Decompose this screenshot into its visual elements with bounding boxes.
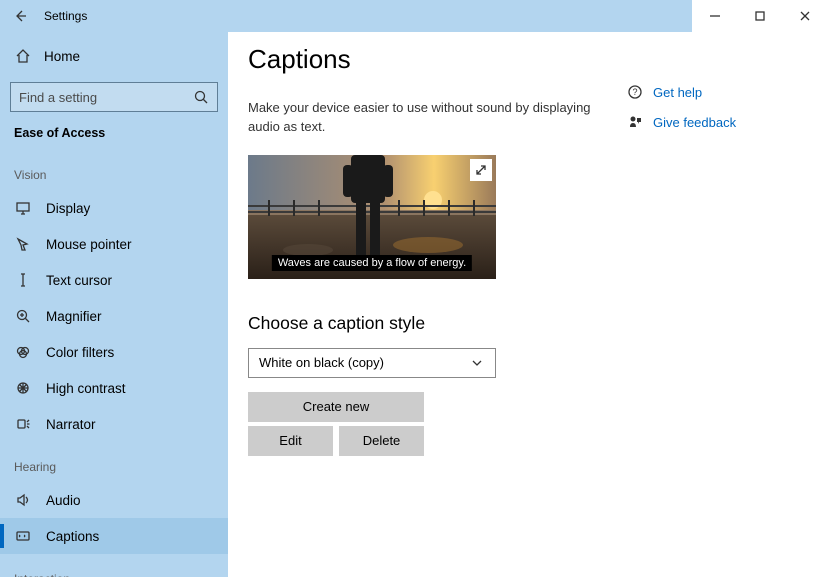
sidebar-item-mouse-pointer[interactable]: Mouse pointer: [0, 226, 228, 262]
edit-button[interactable]: Edit: [248, 426, 333, 456]
sidebar-item-magnifier[interactable]: Magnifier: [0, 298, 228, 334]
maximize-icon: [752, 8, 768, 24]
sidebar-item-audio[interactable]: Audio: [0, 482, 228, 518]
expand-icon: [473, 162, 489, 178]
sidebar-item-label: Magnifier: [46, 309, 102, 324]
group-interaction: Interaction: [0, 554, 228, 577]
high-contrast-icon: [14, 380, 32, 396]
color-filters-icon: [14, 344, 32, 360]
page-title: Captions: [248, 44, 627, 75]
delete-button[interactable]: Delete: [339, 426, 424, 456]
sidebar-item-display[interactable]: Display: [0, 190, 228, 226]
get-help-link[interactable]: ? Get help: [627, 84, 807, 100]
sidebar-item-captions[interactable]: Captions: [0, 518, 228, 554]
dropdown-value: White on black (copy): [259, 355, 384, 370]
arrow-left-icon: [12, 8, 28, 24]
home-icon: [14, 48, 32, 64]
display-icon: [14, 200, 32, 216]
sidebar-item-label: Color filters: [46, 345, 114, 360]
sidebar-item-color-filters[interactable]: Color filters: [0, 334, 228, 370]
minimize-button[interactable]: [692, 0, 737, 32]
back-button[interactable]: [0, 0, 40, 32]
expand-preview-button[interactable]: [470, 159, 492, 181]
titlebar: Settings: [0, 0, 827, 32]
search-placeholder: Find a setting: [19, 90, 97, 105]
sidebar-category: Ease of Access: [0, 126, 228, 150]
search-input[interactable]: Find a setting: [10, 82, 218, 112]
sidebar-item-label: High contrast: [46, 381, 126, 396]
help-icon: ?: [627, 84, 643, 100]
svg-text:?: ?: [632, 87, 637, 97]
text-cursor-icon: [14, 272, 32, 288]
window-controls: [692, 0, 827, 32]
group-hearing: Hearing: [0, 442, 228, 482]
sidebar-item-label: Narrator: [46, 417, 96, 432]
button-label: Create new: [303, 399, 369, 414]
captions-icon: [14, 528, 32, 544]
sidebar-item-label: Display: [46, 201, 90, 216]
sidebar-item-label: Captions: [46, 529, 99, 544]
mouse-pointer-icon: [14, 236, 32, 252]
search-icon: [193, 89, 209, 105]
sidebar-item-label: Mouse pointer: [46, 237, 132, 252]
sidebar-item-text-cursor[interactable]: Text cursor: [0, 262, 228, 298]
create-new-button[interactable]: Create new: [248, 392, 424, 422]
close-icon: [797, 8, 813, 24]
sidebar-item-label: Text cursor: [46, 273, 112, 288]
minimize-icon: [707, 8, 723, 24]
sidebar-item-high-contrast[interactable]: High contrast: [0, 370, 228, 406]
audio-icon: [14, 492, 32, 508]
aside-links: ? Get help Give feedback: [627, 44, 807, 577]
preview-caption-text: Waves are caused by a flow of energy.: [272, 255, 472, 271]
link-label: Get help: [653, 85, 702, 100]
close-button[interactable]: [782, 0, 827, 32]
sidebar-item-label: Audio: [46, 493, 81, 508]
chevron-down-icon: [469, 355, 485, 371]
magnifier-icon: [14, 308, 32, 324]
link-label: Give feedback: [653, 115, 736, 130]
sidebar-item-narrator[interactable]: Narrator: [0, 406, 228, 442]
sidebar-home[interactable]: Home: [0, 38, 228, 74]
sidebar: Home Find a setting Ease of Access Visio…: [0, 32, 228, 577]
caption-preview: Waves are caused by a flow of energy.: [248, 155, 496, 279]
narrator-icon: [14, 416, 32, 432]
feedback-icon: [627, 114, 643, 130]
button-label: Edit: [279, 433, 301, 448]
main-content: Captions Make your device easier to use …: [228, 32, 827, 577]
group-vision: Vision: [0, 150, 228, 190]
window-title: Settings: [44, 9, 87, 23]
caption-style-dropdown[interactable]: White on black (copy): [248, 348, 496, 378]
sidebar-home-label: Home: [44, 49, 80, 64]
section-title: Choose a caption style: [248, 313, 627, 334]
button-label: Delete: [363, 433, 401, 448]
page-subtitle: Make your device easier to use without s…: [248, 99, 608, 137]
give-feedback-link[interactable]: Give feedback: [627, 114, 807, 130]
maximize-button[interactable]: [737, 0, 782, 32]
